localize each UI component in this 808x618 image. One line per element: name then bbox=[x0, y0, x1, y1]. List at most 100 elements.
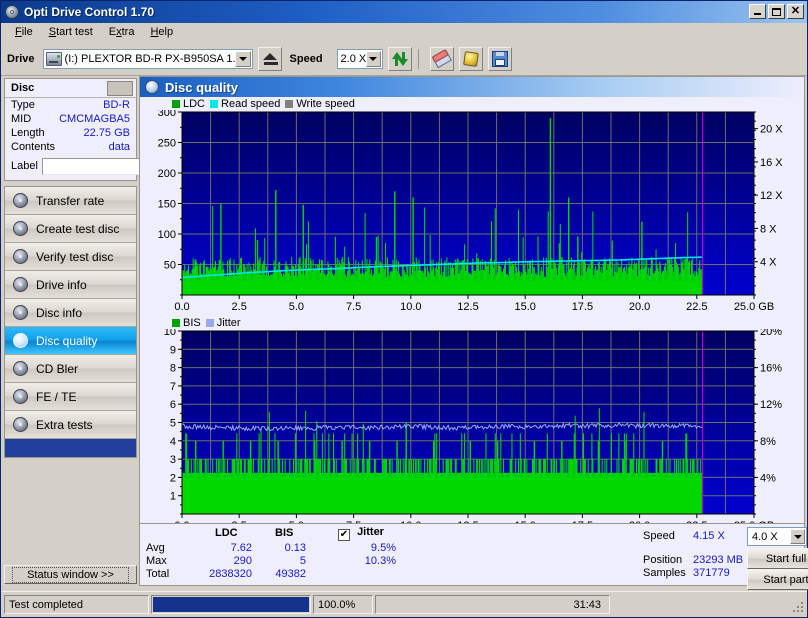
menu-file[interactable]: File bbox=[7, 24, 41, 40]
sidebar-item-fe-te[interactable]: FE / TE bbox=[5, 383, 136, 411]
jitter-checkbox-box[interactable]: ✔ bbox=[338, 529, 350, 541]
eject-button[interactable] bbox=[257, 46, 282, 71]
resize-grip-icon[interactable] bbox=[788, 597, 804, 613]
status-bar: Test completed 100.0% 31:43 bbox=[1, 591, 807, 617]
svg-text:25.0 GB: 25.0 GB bbox=[734, 301, 774, 313]
svg-text:15.0: 15.0 bbox=[514, 301, 535, 313]
sidebar-item-extra-tests[interactable]: Extra tests bbox=[5, 411, 136, 439]
legend-swatch-jitter bbox=[205, 318, 214, 327]
legend-top: LDC Read speed Write speed bbox=[140, 97, 804, 110]
disc-icon bbox=[13, 277, 28, 292]
legend-label-write-speed: Write speed bbox=[296, 97, 355, 110]
speed-select-chevron-down-icon[interactable] bbox=[365, 50, 381, 67]
svg-text:17.5: 17.5 bbox=[572, 301, 593, 313]
app-disc-icon bbox=[4, 4, 20, 20]
start-full-button[interactable]: Start full bbox=[747, 548, 808, 569]
legend-item-bis: BIS bbox=[172, 317, 201, 329]
close-button[interactable]: ✕ bbox=[787, 4, 804, 19]
status-window-button[interactable]: Status window >> bbox=[4, 565, 137, 584]
maximize-button[interactable] bbox=[768, 4, 785, 19]
svg-text:3: 3 bbox=[170, 454, 176, 466]
legend-swatch-ldc bbox=[172, 99, 180, 108]
disc-row-mid-value: CMCMAGBA5 bbox=[59, 113, 130, 125]
menu-extra[interactable]: Extra bbox=[101, 24, 143, 40]
toolbar: Drive (I:) PLEXTOR BD-R PX-B950SA 1.04 S… bbox=[1, 42, 807, 76]
test-speed-select-value: 4.0 X bbox=[752, 530, 778, 543]
sidebar-item-disc-quality-label: Disc quality bbox=[36, 333, 98, 348]
legend-label-read-speed: Read speed bbox=[221, 97, 281, 110]
sidebar-item-transfer-rate[interactable]: Transfer rate bbox=[5, 187, 136, 215]
svg-text:20%: 20% bbox=[760, 329, 782, 338]
disc-panel-swatch bbox=[107, 81, 133, 96]
sidebar-item-create-test-disc[interactable]: Create test disc bbox=[5, 215, 136, 243]
sidebar-item-cd-bler-label: CD Bler bbox=[36, 361, 79, 376]
speed-select[interactable]: 2.0 X bbox=[336, 48, 383, 69]
svg-text:50: 50 bbox=[164, 260, 176, 272]
bis-jitter-chart[interactable]: 123456789104%8%12%16%20%0.02.55.07.510.0… bbox=[140, 329, 804, 534]
drive-icon bbox=[45, 51, 62, 66]
sidebar-item-drive-info[interactable]: Drive info bbox=[5, 271, 136, 299]
stats-samples-value: 371779 bbox=[693, 567, 730, 579]
disc-icon bbox=[13, 221, 28, 236]
svg-text:10.0: 10.0 bbox=[400, 301, 421, 313]
stats-jitter-max: 10.3% bbox=[364, 555, 396, 567]
panel-title-bar: Disc quality bbox=[140, 77, 804, 97]
legend-label-jitter: Jitter bbox=[216, 316, 241, 329]
disc-panel-title: Disc bbox=[11, 82, 35, 94]
svg-text:16%: 16% bbox=[760, 363, 782, 375]
stats-bis-avg: 0.13 bbox=[284, 542, 306, 554]
disc-row-contents-key: Contents bbox=[11, 141, 56, 153]
svg-text:200: 200 bbox=[158, 168, 176, 180]
disc-info-panel: Disc Type BD-R MID CMCMAGBA5 Length 22.7… bbox=[4, 78, 246, 181]
nav-list: Transfer rate Create test disc Verify te… bbox=[4, 186, 137, 458]
erase-button[interactable] bbox=[429, 46, 454, 71]
disc-label-key: Label bbox=[11, 160, 38, 172]
svg-text:2.5: 2.5 bbox=[232, 301, 247, 313]
disc-icon bbox=[13, 361, 28, 376]
refresh-icon bbox=[391, 51, 408, 67]
refresh-button[interactable] bbox=[387, 46, 412, 71]
sidebar-item-disc-quality[interactable]: Disc quality bbox=[5, 327, 136, 355]
drive-select-chevron-down-icon[interactable] bbox=[234, 50, 251, 67]
jitter-checkbox[interactable]: ✔ Jitter bbox=[338, 526, 384, 541]
legend-bottom: BIS Jitter bbox=[140, 316, 804, 329]
svg-text:20 X: 20 X bbox=[760, 124, 783, 136]
legend-label-ldc: LDC bbox=[183, 97, 206, 110]
stats-bis-max: 5 bbox=[299, 555, 306, 567]
menu-start-test[interactable]: Start test bbox=[41, 24, 101, 40]
svg-text:10: 10 bbox=[164, 329, 176, 338]
jitter-checkbox-label: Jitter bbox=[357, 526, 384, 538]
legend-item-read-speed: Read speed bbox=[210, 98, 280, 110]
disc-row-length-value: 22.75 GB bbox=[83, 127, 130, 139]
start-part-button[interactable]: Start part bbox=[747, 569, 808, 590]
minimize-button[interactable] bbox=[749, 4, 766, 19]
bis-jitter-chart-svg: 123456789104%8%12%16%20%0.02.55.07.510.0… bbox=[164, 329, 782, 532]
svg-text:150: 150 bbox=[158, 199, 176, 211]
sidebar-item-verify-test-disc[interactable]: Verify test disc bbox=[5, 243, 136, 271]
gold-disc-button[interactable] bbox=[458, 46, 483, 71]
menu-help[interactable]: Help bbox=[142, 24, 181, 40]
sidebar-item-disc-info[interactable]: Disc info bbox=[5, 299, 136, 327]
legend-swatch-write-speed bbox=[285, 99, 294, 108]
sidebar-item-transfer-rate-label: Transfer rate bbox=[36, 193, 105, 208]
svg-text:12%: 12% bbox=[760, 399, 782, 411]
start-full-button-label: Start full bbox=[765, 552, 807, 565]
save-button[interactable] bbox=[487, 46, 512, 71]
test-speed-chevron-down-icon[interactable] bbox=[790, 529, 805, 544]
sidebar-item-cd-bler[interactable]: CD Bler bbox=[5, 355, 136, 383]
toolbar-divider bbox=[417, 48, 419, 69]
test-speed-select[interactable]: 4.0 X bbox=[747, 527, 807, 546]
menu-help-rest: elp bbox=[158, 26, 174, 38]
stats-samples-label: Samples bbox=[643, 567, 686, 579]
svg-text:4%: 4% bbox=[760, 472, 776, 484]
drive-select[interactable]: (I:) PLEXTOR BD-R PX-B950SA 1.04 bbox=[42, 48, 253, 69]
sidebar: Disc Type BD-R MID CMCMAGBA5 Length 22.7… bbox=[4, 78, 246, 584]
sidebar-item-extra-tests-label: Extra tests bbox=[36, 417, 93, 432]
svg-text:7: 7 bbox=[170, 381, 176, 393]
svg-text:16 X: 16 X bbox=[760, 157, 783, 169]
svg-text:250: 250 bbox=[158, 138, 176, 150]
ldc-chart[interactable]: 50 100 150 200 250 300 4 X 8 X 12 X 16 X 20 X 0.0 2.… bbox=[140, 110, 804, 315]
sidebar-item-drive-info-label: Drive info bbox=[36, 277, 87, 292]
disc-icon bbox=[13, 333, 28, 348]
disc-row-mid: MID CMCMAGBA5 bbox=[5, 112, 136, 126]
